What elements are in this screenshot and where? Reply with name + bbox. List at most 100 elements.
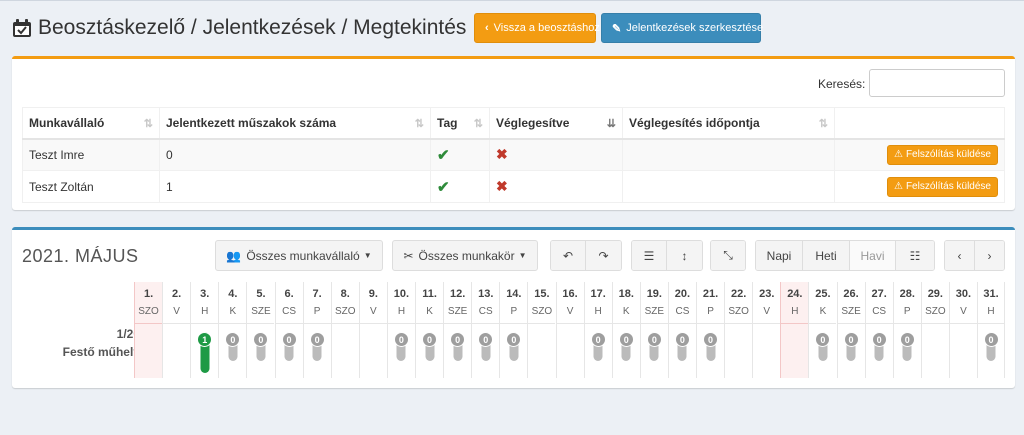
col-header-shift-count[interactable]: Jelentkezett műszakok száma ⇅: [159, 107, 431, 140]
settings-sliders-button[interactable]: ☷: [896, 241, 934, 270]
day-column[interactable]: 30. V: [948, 282, 977, 378]
day-number: 14.: [506, 288, 522, 300]
day-header: 8. SZO: [331, 282, 359, 324]
day-column[interactable]: 29. SZO: [920, 282, 949, 378]
employees-filter-dropdown[interactable]: 👥 Összes munkavállaló ▼: [215, 240, 383, 271]
weekday-label: V: [370, 306, 377, 317]
view-havi-button[interactable]: Havi: [850, 241, 896, 270]
undo-button[interactable]: ↶: [551, 241, 586, 270]
slot-count: 0: [422, 332, 438, 347]
roles-filter-dropdown[interactable]: ✂ Összes munkakör ▼: [392, 240, 538, 271]
col-header-member[interactable]: Tag ⇅: [430, 107, 490, 140]
expand-rows-button[interactable]: ↕: [667, 241, 702, 270]
weekday-label: H: [791, 306, 799, 317]
col-header-employee[interactable]: Munkavállaló ⇅: [22, 107, 160, 140]
send-reminder-button[interactable]: ⚠ Felszólítás küldése: [886, 144, 998, 165]
shift-slot[interactable]: 0: [506, 332, 522, 361]
shift-slot[interactable]: 0: [815, 332, 831, 361]
shift-slot[interactable]: 0: [422, 332, 438, 361]
list-view-button[interactable]: ☰: [632, 241, 667, 270]
shift-slot[interactable]: 0: [646, 332, 662, 361]
day-column[interactable]: 28. P 0: [892, 282, 921, 378]
day-column[interactable]: 19. SZE 0: [639, 282, 668, 378]
shift-slot[interactable]: 0: [703, 332, 719, 361]
sliders-icon: ☷: [909, 248, 921, 263]
prev-month-button[interactable]: ‹: [945, 241, 975, 270]
day-column[interactable]: 18. K 0: [611, 282, 640, 378]
day-column[interactable]: 14. P 0: [499, 282, 528, 378]
shift-slot[interactable]: 0: [253, 332, 269, 361]
shift-slot[interactable]: 0: [674, 332, 690, 361]
day-header: 29. SZO: [921, 282, 949, 324]
day-header: 3. H: [191, 282, 219, 324]
shift-slot[interactable]: 0: [590, 332, 606, 361]
day-column[interactable]: 7. P 0: [302, 282, 331, 378]
view-heti-button[interactable]: Heti: [803, 241, 850, 270]
shift-slot[interactable]: 0: [899, 332, 915, 361]
shift-slot[interactable]: 0: [983, 332, 999, 361]
day-column[interactable]: 1. SZO: [134, 282, 163, 378]
compress-button[interactable]: ⤡: [711, 241, 745, 270]
day-column[interactable]: 20. CS 0: [667, 282, 696, 378]
day-column[interactable]: 24. H: [780, 282, 809, 378]
day-column[interactable]: 11. K 0: [415, 282, 444, 378]
day-number: 13.: [478, 288, 494, 300]
day-number: 5.: [256, 288, 266, 300]
cross-icon: ✖: [496, 178, 508, 194]
slot-count: 0: [478, 332, 494, 347]
day-number: 25.: [815, 288, 831, 300]
day-column[interactable]: 16. V: [555, 282, 584, 378]
back-to-schedule-button[interactable]: ‹ Vissza a beosztáshoz: [474, 13, 600, 43]
day-column[interactable]: 23. V: [752, 282, 781, 378]
day-column[interactable]: 22. SZO: [724, 282, 753, 378]
shift-slot[interactable]: 0: [281, 332, 297, 361]
day-number: 19.: [646, 288, 662, 300]
shift-slot[interactable]: 0: [843, 332, 859, 361]
col-header-finalized[interactable]: Véglegesítve ⇊: [489, 107, 623, 140]
day-header: 28. P: [893, 282, 921, 324]
slot-count: 0: [703, 332, 719, 347]
send-reminder-button[interactable]: ⚠ Felszólítás küldése: [886, 176, 998, 197]
caret-down-icon: ▼: [363, 251, 372, 260]
day-column[interactable]: 6. CS 0: [274, 282, 303, 378]
day-column[interactable]: 3. H 1: [190, 282, 219, 378]
redo-button[interactable]: ↷: [586, 241, 621, 270]
sort-icon: ⇅: [414, 118, 424, 130]
day-column[interactable]: 9. V: [358, 282, 387, 378]
shift-slot[interactable]: 0: [618, 332, 634, 361]
shift-slot[interactable]: 0: [225, 332, 241, 361]
undo-icon: ↶: [562, 248, 574, 263]
shift-slot[interactable]: 0: [450, 332, 466, 361]
shift-slot[interactable]: 1: [197, 332, 213, 373]
day-column[interactable]: 8. SZO: [330, 282, 359, 378]
calendar-box: 2021. MÁJUS 👥 Összes munkavállaló ▼ ✂ Öss…: [12, 227, 1015, 388]
day-column[interactable]: 12. SZE 0: [443, 282, 472, 378]
day-column[interactable]: 17. H 0: [583, 282, 612, 378]
slot-count: 1: [197, 332, 213, 347]
day-column[interactable]: 15. SZO: [527, 282, 556, 378]
shift-slot[interactable]: 0: [393, 332, 409, 361]
weekday-label: K: [622, 306, 630, 317]
day-number: 3.: [200, 288, 210, 300]
weekday-label: V: [566, 306, 574, 317]
day-column[interactable]: 10. H 0: [386, 282, 415, 378]
edit-applications-button[interactable]: ✎ Jelentkezések szerkesztése: [601, 13, 763, 43]
next-month-button[interactable]: ›: [975, 241, 1004, 270]
weekday-label: SZO: [925, 306, 946, 317]
shift-slot[interactable]: 0: [871, 332, 887, 361]
day-column[interactable]: 4. K 0: [218, 282, 247, 378]
day-column[interactable]: 27. CS 0: [864, 282, 893, 378]
shift-slot[interactable]: 0: [478, 332, 494, 361]
search-input[interactable]: [869, 69, 1005, 97]
col-header-finalized-at[interactable]: Véglegesítés időpontja ⇅: [622, 107, 835, 140]
day-column[interactable]: 13. CS 0: [471, 282, 500, 378]
day-column[interactable]: 5. SZE 0: [246, 282, 275, 378]
view-napi-button[interactable]: Napi: [756, 241, 803, 270]
day-column[interactable]: 2. V: [162, 282, 191, 378]
shift-slot[interactable]: 0: [309, 332, 325, 361]
day-column[interactable]: 31. H 0: [977, 282, 1006, 378]
day-number: 4.: [228, 288, 238, 300]
day-column[interactable]: 25. K 0: [808, 282, 837, 378]
day-column[interactable]: 26. SZE 0: [836, 282, 865, 378]
day-column[interactable]: 21. P 0: [696, 282, 725, 378]
